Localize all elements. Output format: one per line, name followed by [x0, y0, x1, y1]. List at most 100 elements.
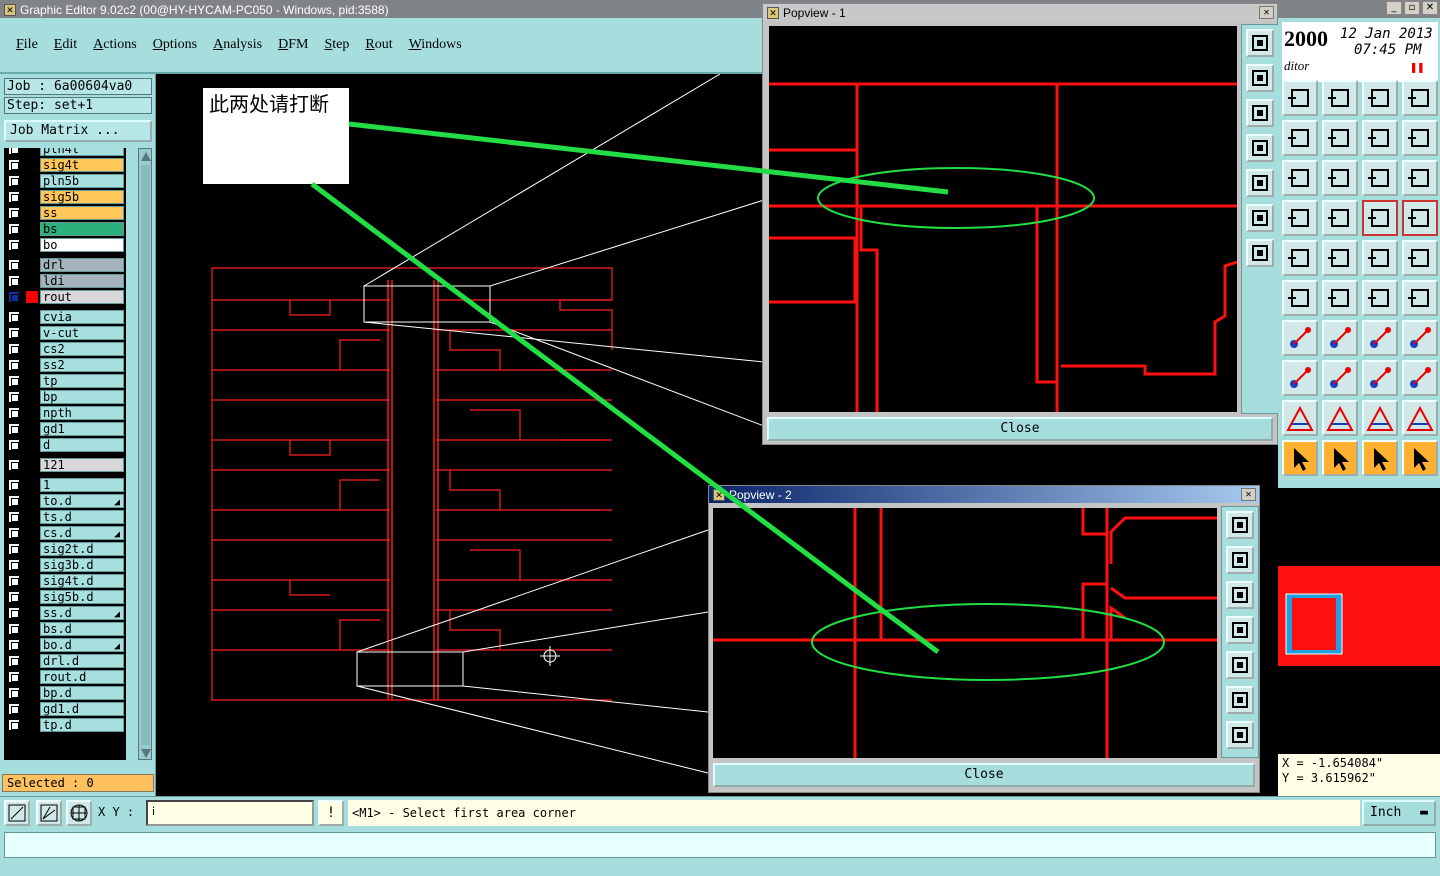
move-left-icon[interactable]: [1282, 120, 1318, 156]
shape-icon[interactable]: [1362, 400, 1398, 436]
layer-checkbox[interactable]: [8, 327, 20, 339]
layer-name[interactable]: drl: [40, 258, 124, 272]
layer-row[interactable]: ss2: [4, 358, 126, 372]
layer-checkbox[interactable]: [8, 259, 20, 271]
dash-icon[interactable]: [1322, 360, 1358, 396]
layer-name[interactable]: sig3b.d: [40, 558, 124, 572]
layer-checkbox[interactable]: [8, 687, 20, 699]
layer-name[interactable]: tp.d: [40, 718, 124, 732]
layer-checkbox[interactable]: [8, 291, 20, 303]
layer-row[interactable]: drl: [4, 258, 126, 272]
layer-name[interactable]: bp.d: [40, 686, 124, 700]
layer-name[interactable]: sig2t.d: [40, 542, 124, 556]
menu-dfm[interactable]: DFM: [278, 37, 308, 53]
menu-options[interactable]: Options: [153, 37, 197, 53]
popview-2-canvas[interactable]: [713, 508, 1217, 758]
layer-checkbox[interactable]: [8, 223, 20, 235]
grid-snap-icon[interactable]: [66, 800, 92, 826]
layer-checkbox[interactable]: [8, 311, 20, 323]
ruler-icon[interactable]: [1362, 240, 1398, 276]
layer-row[interactable]: bs.d: [4, 622, 126, 636]
layer-checkbox[interactable]: [8, 175, 20, 187]
layer-row[interactable]: bp: [4, 390, 126, 404]
popview-tool-icon[interactable]: [1246, 64, 1274, 92]
layer-row[interactable]: sig4t: [4, 158, 126, 172]
snap-icon[interactable]: [1402, 120, 1438, 156]
layer-checkbox[interactable]: [8, 719, 20, 731]
menu-windows[interactable]: Windows: [409, 37, 462, 53]
layer-checkbox[interactable]: [8, 459, 20, 471]
layer-row[interactable]: sig5b.d: [4, 590, 126, 604]
rotate-icon[interactable]: [1362, 320, 1398, 356]
layer-name[interactable]: ldi: [40, 274, 124, 288]
layer-row[interactable]: gd1.d: [4, 702, 126, 716]
layer-row[interactable]: d: [4, 438, 126, 452]
fit-icon[interactable]: [1282, 160, 1318, 196]
menu-step[interactable]: Step: [324, 37, 349, 53]
layer-row[interactable]: rout.d: [4, 670, 126, 684]
layer-list-scrollbar[interactable]: [138, 148, 152, 760]
layer-name[interactable]: sig5b.d: [40, 590, 124, 604]
layer-row[interactable]: tp: [4, 374, 126, 388]
layer-checkbox[interactable]: [8, 495, 20, 507]
split-icon[interactable]: [1402, 80, 1438, 116]
scale-icon[interactable]: [1362, 160, 1398, 196]
zoom-window-icon[interactable]: [4, 800, 30, 826]
menu-rout[interactable]: Rout: [365, 37, 392, 53]
popview-tool-icon[interactable]: [1226, 581, 1254, 609]
layer-row[interactable]: bp.d: [4, 686, 126, 700]
layer-row[interactable]: sig2t.d: [4, 542, 126, 556]
menu-actions[interactable]: Actions: [93, 37, 137, 53]
layer-row[interactable]: sig3b.d: [4, 558, 126, 572]
layer-checkbox[interactable]: [8, 703, 20, 715]
undo-icon[interactable]: [1362, 120, 1398, 156]
layer-checkbox[interactable]: [8, 275, 20, 287]
layer-checkbox[interactable]: [8, 148, 20, 155]
layer-name[interactable]: bo: [40, 238, 124, 252]
layer-name[interactable]: cs.d ◢: [40, 526, 124, 540]
layer-row[interactable]: pln5b: [4, 174, 126, 188]
net2-icon[interactable]: [1402, 200, 1438, 236]
layer-name[interactable]: pln4t: [40, 148, 124, 156]
layer-checkbox[interactable]: [8, 239, 20, 251]
layer-name[interactable]: cvia: [40, 310, 124, 324]
layer-name[interactable]: ss2: [40, 358, 124, 372]
menu-edit[interactable]: Edit: [54, 37, 77, 53]
layer-row[interactable]: cs.d ◢: [4, 526, 126, 540]
layer-checkbox[interactable]: [8, 407, 20, 419]
layer-row[interactable]: rout: [4, 290, 126, 304]
layer-checkbox[interactable]: [8, 527, 20, 539]
layer-checkbox[interactable]: [8, 591, 20, 603]
layer-row[interactable]: drl.d: [4, 654, 126, 668]
select-icon[interactable]: [1282, 240, 1318, 276]
layer-row[interactable]: npth: [4, 406, 126, 420]
popview-tool-icon[interactable]: [1246, 169, 1274, 197]
pad-icon[interactable]: [1402, 240, 1438, 276]
vector-icon[interactable]: [1322, 240, 1358, 276]
center-icon[interactable]: [1322, 160, 1358, 196]
layer-name[interactable]: tp: [40, 374, 124, 388]
layer-name[interactable]: bs.d: [40, 622, 124, 636]
popview-tool-icon[interactable]: [1226, 651, 1254, 679]
layer-name[interactable]: rout.d: [40, 670, 124, 684]
pointer-icon[interactable]: [1282, 440, 1318, 476]
layer-row[interactable]: cvia: [4, 310, 126, 324]
move-down-icon[interactable]: [1322, 80, 1358, 116]
layer-row[interactable]: cs2: [4, 342, 126, 356]
popview-tool-icon[interactable]: [1246, 134, 1274, 162]
maximize-button[interactable]: ▫: [1404, 1, 1420, 15]
pause-icon[interactable]: ❚❚: [1410, 60, 1424, 74]
layer-row[interactable]: gd1: [4, 422, 126, 436]
menu-analysis[interactable]: Analysis: [213, 37, 262, 53]
pointer-path-icon[interactable]: [1402, 440, 1438, 476]
help-icon[interactable]: [1402, 160, 1438, 196]
wrench-icon[interactable]: [1282, 200, 1318, 236]
layer-checkbox[interactable]: [8, 655, 20, 667]
layer-row[interactable]: 121: [4, 458, 126, 472]
pointer-box-icon[interactable]: [1322, 440, 1358, 476]
layer-row[interactable]: ts.d: [4, 510, 126, 524]
popview-1-close-icon[interactable]: ✕: [1259, 6, 1274, 19]
job-matrix-button[interactable]: Job Matrix ...: [4, 120, 152, 142]
layer-row[interactable]: bo: [4, 238, 126, 252]
layer-checkbox[interactable]: [8, 359, 20, 371]
